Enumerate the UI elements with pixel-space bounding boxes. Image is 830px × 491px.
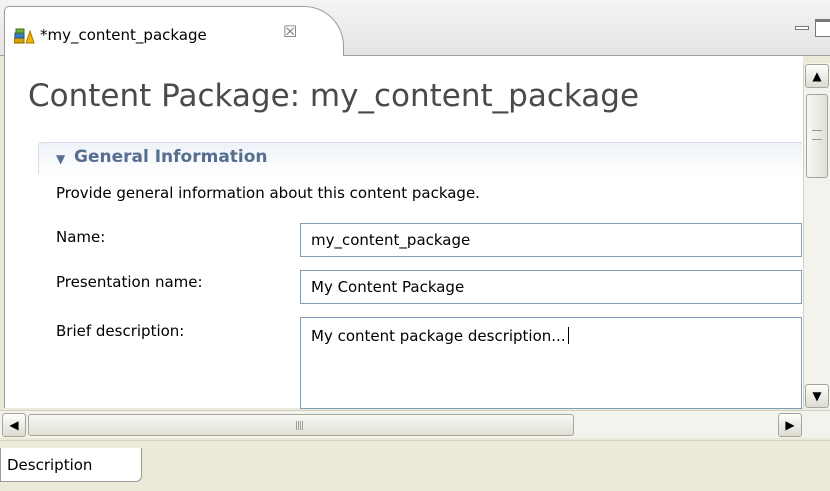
presentation-name-label: Presentation name: [56, 273, 203, 291]
brief-description-field[interactable]: My content package description... [300, 317, 802, 409]
brief-description-label: Brief description: [56, 322, 185, 340]
maximize-icon[interactable] [815, 19, 830, 37]
collapse-toggle-icon[interactable]: ▼ [56, 152, 65, 166]
section-title[interactable]: General Information [74, 147, 268, 167]
tab-description[interactable]: Description [0, 448, 142, 482]
scroll-down-button[interactable]: ▼ [805, 384, 829, 408]
text-caret [567, 327, 569, 344]
content-package-icon [13, 28, 36, 44]
minimize-icon[interactable] [795, 26, 809, 30]
name-field[interactable]: my_content_package [300, 223, 802, 257]
tab-title: *my_content_package [40, 26, 207, 44]
scroll-right-button[interactable]: ▶ [778, 413, 802, 437]
scroll-up-button[interactable]: ▲ [805, 64, 829, 88]
scroll-grip-icon [812, 130, 822, 140]
brief-description-text: My content package description... [311, 327, 566, 345]
page-title: Content Package: my_content_package [28, 78, 640, 114]
name-label: Name: [56, 228, 106, 246]
scroll-grip-icon: |||| [295, 421, 304, 431]
close-icon[interactable]: ☒ [283, 22, 297, 41]
scroll-left-button[interactable]: ◀ [2, 413, 26, 437]
presentation-name-field[interactable]: My Content Package [300, 270, 802, 304]
section-description: Provide general information about this c… [56, 184, 480, 202]
